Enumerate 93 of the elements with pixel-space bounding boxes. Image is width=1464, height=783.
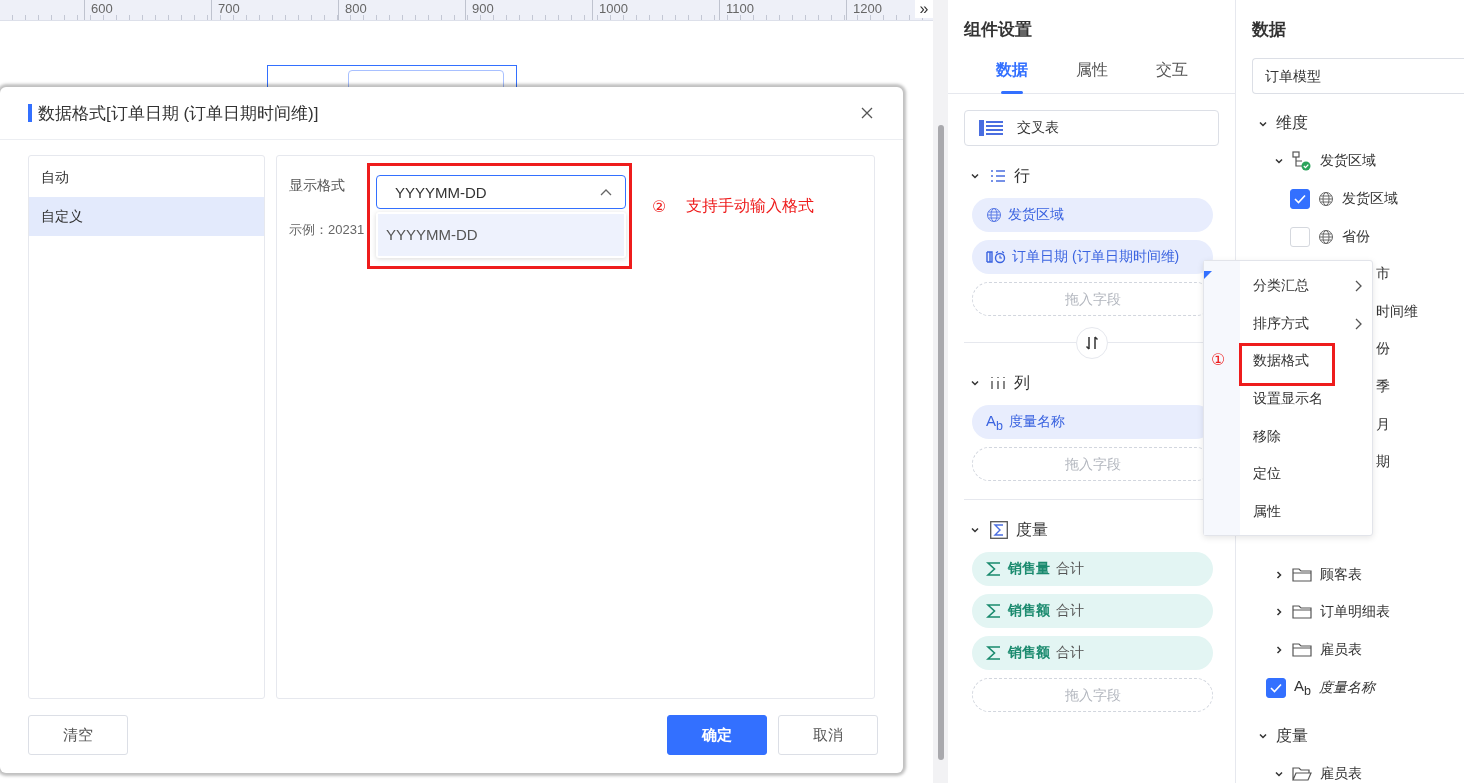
list-icon bbox=[990, 169, 1006, 183]
tree-item-label[interactable]: 季 bbox=[1376, 377, 1390, 396]
chevron-icon[interactable] bbox=[970, 378, 980, 388]
chevron-icon[interactable] bbox=[970, 525, 980, 535]
section-label: 行 bbox=[1014, 165, 1030, 186]
panel-title: 数据 bbox=[1251, 19, 1287, 41]
format-type-item[interactable]: 自动 bbox=[29, 158, 264, 197]
folder-icon bbox=[1292, 604, 1312, 621]
menu-item[interactable]: 定位 bbox=[1253, 462, 1281, 487]
menu-item[interactable]: 数据格式 bbox=[1253, 349, 1309, 374]
field-pill[interactable]: 销售量 合计 bbox=[972, 552, 1213, 586]
tree-group-label: 维度 bbox=[1276, 113, 1308, 134]
ruler-label: 600 bbox=[84, 0, 211, 20]
tab[interactable]: 交互 bbox=[1132, 56, 1212, 94]
chart-type-select[interactable]: 交叉表 bbox=[964, 110, 1219, 146]
field-pill[interactable]: 销售额 合计 bbox=[972, 636, 1213, 670]
tree-item-label[interactable]: 时间维 bbox=[1376, 302, 1418, 321]
field-pill[interactable]: 订单日期 (订单日期时间维) bbox=[972, 240, 1213, 274]
sigma-icon bbox=[986, 561, 1002, 577]
section-label: 列 bbox=[1014, 372, 1030, 393]
folder-icon bbox=[1292, 641, 1312, 658]
check-icon bbox=[1270, 682, 1282, 693]
folder-icon bbox=[1292, 566, 1312, 583]
tree-item-label[interactable]: 份 bbox=[1376, 340, 1390, 359]
menu-item[interactable]: 分类汇总 bbox=[1253, 273, 1362, 298]
tab[interactable]: 属性 bbox=[1052, 56, 1132, 94]
tree-item-label[interactable]: 发货区域 bbox=[1342, 190, 1398, 208]
close-icon[interactable] bbox=[861, 107, 873, 119]
tree-item-label[interactable]: 雇员表 bbox=[1320, 764, 1362, 783]
text-field-icon: A$_{b}$ bbox=[1294, 677, 1311, 698]
chevron-icon[interactable] bbox=[1274, 607, 1284, 618]
tree-group-label: 度量 bbox=[1276, 725, 1308, 746]
tree-item-label[interactable]: 顾客表 bbox=[1320, 565, 1362, 584]
menu-item[interactable]: 属性 bbox=[1253, 499, 1281, 524]
ruler-label: 700 bbox=[211, 0, 338, 20]
expand-button[interactable]: » bbox=[915, 0, 933, 18]
tree-item-label[interactable]: 度量名称 bbox=[1318, 678, 1375, 697]
checkbox[interactable] bbox=[1290, 189, 1310, 209]
dialog-button[interactable]: 清空 bbox=[28, 715, 128, 755]
format-input[interactable]: YYYYMM-DD bbox=[376, 175, 626, 209]
ruler-label: 800 bbox=[338, 0, 465, 20]
format-example: 示例：20231 bbox=[289, 222, 365, 237]
tree-item-label[interactable]: 发货区域 bbox=[1320, 152, 1376, 171]
field-pill[interactable]: 发货区域 bbox=[972, 198, 1213, 232]
sigma-box-icon bbox=[990, 521, 1008, 539]
ruler-label: 1000 bbox=[592, 0, 719, 20]
globe-icon bbox=[1318, 191, 1334, 207]
menu-item[interactable]: 排序方式 bbox=[1253, 311, 1362, 336]
panel-title: 组件设置 bbox=[963, 19, 1033, 41]
ruler-label: 900 bbox=[465, 0, 592, 20]
model-select[interactable]: 订单模型 bbox=[1252, 58, 1464, 94]
field-pill[interactable]: 销售额 合计 bbox=[972, 594, 1213, 628]
table-icon bbox=[979, 120, 1003, 136]
chevron-icon[interactable] bbox=[1274, 644, 1284, 655]
calendar-clock-icon bbox=[986, 250, 1006, 264]
dialog-title: 数据格式[订单日期 (订单日期时间维)] bbox=[38, 102, 320, 125]
corner-marker-icon bbox=[1204, 271, 1212, 279]
folder-icon bbox=[1292, 765, 1312, 782]
text-field-icon: A$_{b}$ bbox=[986, 411, 1003, 433]
tree-item-label[interactable]: 市 bbox=[1376, 265, 1390, 284]
tree-item-label[interactable]: 订单明细表 bbox=[1320, 603, 1390, 622]
format-type-item[interactable]: 自定义 bbox=[29, 197, 264, 236]
annotation-marker: ① bbox=[1211, 350, 1226, 369]
format-label: 显示格式 bbox=[289, 176, 346, 195]
tree-item-label[interactable]: 期 bbox=[1376, 453, 1390, 472]
section-label: 度量 bbox=[1016, 519, 1048, 540]
swap-button[interactable] bbox=[1075, 327, 1108, 359]
menu-item[interactable]: 设置显示名 bbox=[1253, 386, 1323, 411]
globe-icon bbox=[986, 207, 1002, 223]
caret-icon[interactable] bbox=[600, 188, 612, 196]
scrollbar[interactable] bbox=[933, 0, 948, 783]
annotation-text: 支持手动输入格式 bbox=[686, 196, 814, 216]
check-icon bbox=[1294, 194, 1306, 204]
globe-icon bbox=[1318, 228, 1334, 245]
confirm-button[interactable]: 确定 bbox=[667, 715, 767, 755]
columns-icon bbox=[990, 376, 1006, 390]
chevron-icon[interactable] bbox=[1274, 569, 1284, 580]
chevron-icon[interactable] bbox=[970, 171, 980, 181]
menu-item[interactable]: 移除 bbox=[1253, 424, 1281, 449]
tree-item-label[interactable]: 月 bbox=[1376, 415, 1390, 434]
tab[interactable]: 数据 bbox=[972, 56, 1052, 94]
ruler-label: 1100 bbox=[719, 0, 846, 20]
annotation-marker: ② bbox=[652, 197, 667, 216]
sigma-icon bbox=[986, 603, 1002, 619]
dialog-button[interactable]: 取消 bbox=[778, 715, 878, 755]
hierarchy-icon bbox=[1292, 151, 1312, 172]
tree-item-label[interactable]: 省份 bbox=[1342, 227, 1370, 246]
swap-icon bbox=[1084, 336, 1099, 350]
sigma-icon bbox=[986, 645, 1002, 661]
dropdown-option[interactable]: YYYYMM-DD bbox=[378, 214, 624, 256]
title-accent bbox=[28, 104, 32, 122]
tree-item-label[interactable]: 雇员表 bbox=[1320, 640, 1362, 659]
checkbox[interactable] bbox=[1266, 677, 1286, 698]
